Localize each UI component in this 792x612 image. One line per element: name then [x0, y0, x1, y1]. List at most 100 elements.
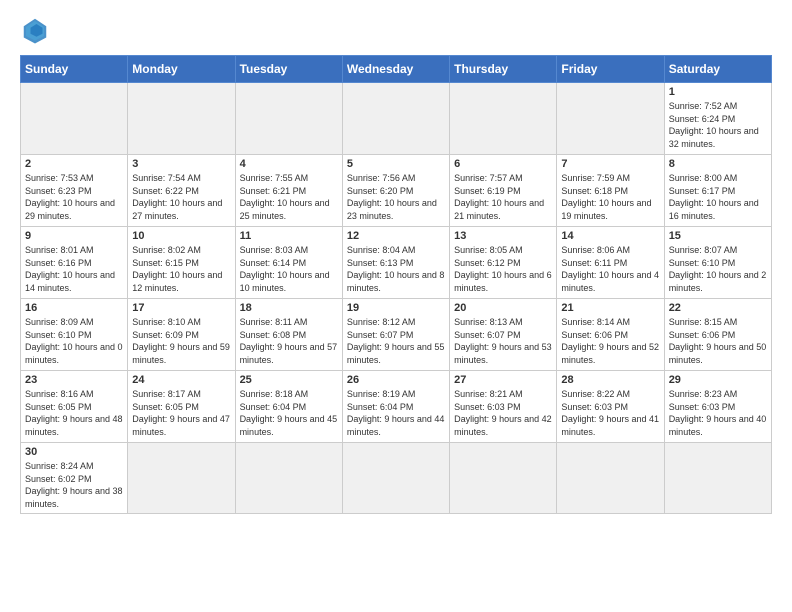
day-number: 20: [454, 302, 552, 314]
calendar-week-row: 1 Sunrise: 7:52 AMSunset: 6:24 PMDaylight…: [21, 83, 772, 155]
day-info: Sunrise: 8:04 AMSunset: 6:13 PMDaylight:…: [347, 244, 445, 294]
calendar-cell: 11 Sunrise: 8:03 AMSunset: 6:14 PMDayligh…: [235, 227, 342, 299]
day-number: 24: [132, 374, 230, 386]
calendar-cell: [21, 83, 128, 155]
weekday-header: Friday: [557, 56, 664, 83]
calendar-cell: [557, 83, 664, 155]
day-info: Sunrise: 7:56 AMSunset: 6:20 PMDaylight:…: [347, 172, 445, 222]
calendar-cell: 7 Sunrise: 7:59 AMSunset: 6:18 PMDaylight…: [557, 155, 664, 227]
calendar-week-row: 2 Sunrise: 7:53 AMSunset: 6:23 PMDaylight…: [21, 155, 772, 227]
day-number: 8: [669, 158, 767, 170]
calendar-cell: 6 Sunrise: 7:57 AMSunset: 6:19 PMDaylight…: [450, 155, 557, 227]
calendar-cell: [128, 443, 235, 514]
day-number: 14: [561, 230, 659, 242]
day-number: 5: [347, 158, 445, 170]
day-number: 19: [347, 302, 445, 314]
weekday-header: Wednesday: [342, 56, 449, 83]
calendar-cell: 20Sunrise: 8:13 AMSunset: 6:07 PMDayligh…: [450, 299, 557, 371]
calendar-cell: 19 Sunrise: 8:12 AMSunset: 6:07 PMDayligh…: [342, 299, 449, 371]
calendar-cell: [235, 83, 342, 155]
day-info: Sunrise: 8:24 AMSunset: 6:02 PMDaylight:…: [25, 460, 123, 510]
day-info: Sunrise: 8:07 AMSunset: 6:10 PMDaylight:…: [669, 244, 767, 294]
day-info: Sunrise: 8:17 AMSunset: 6:05 PMDaylight:…: [132, 388, 230, 438]
calendar-cell: [235, 443, 342, 514]
calendar-cell: 28Sunrise: 8:22 AMSunset: 6:03 PMDayligh…: [557, 371, 664, 443]
day-info: Sunrise: 7:52 AMSunset: 6:24 PMDaylight:…: [669, 100, 767, 150]
calendar-cell: [450, 83, 557, 155]
calendar-cell: 16Sunrise: 8:09 AMSunset: 6:10 PMDayligh…: [21, 299, 128, 371]
day-info: Sunrise: 8:14 AMSunset: 6:06 PMDaylight:…: [561, 316, 659, 366]
page: SundayMondayTuesdayWednesdayThursdayFrid…: [0, 0, 792, 529]
day-info: Sunrise: 8:21 AMSunset: 6:03 PMDaylight:…: [454, 388, 552, 438]
calendar-cell: 29Sunrise: 8:23 AMSunset: 6:03 PMDayligh…: [664, 371, 771, 443]
weekday-header: Monday: [128, 56, 235, 83]
calendar-cell: 10 Sunrise: 8:02 AMSunset: 6:15 PMDayligh…: [128, 227, 235, 299]
weekday-header: Thursday: [450, 56, 557, 83]
day-number: 11: [240, 230, 338, 242]
day-number: 17: [132, 302, 230, 314]
calendar-header-row: SundayMondayTuesdayWednesdayThursdayFrid…: [21, 56, 772, 83]
day-info: Sunrise: 7:55 AMSunset: 6:21 PMDaylight:…: [240, 172, 338, 222]
day-info: Sunrise: 8:02 AMSunset: 6:15 PMDaylight:…: [132, 244, 230, 294]
day-number: 18: [240, 302, 338, 314]
day-info: Sunrise: 8:03 AMSunset: 6:14 PMDaylight:…: [240, 244, 338, 294]
calendar-week-row: 23 Sunrise: 8:16 AMSunset: 6:05 PMDayligh…: [21, 371, 772, 443]
calendar-cell: 8 Sunrise: 8:00 AMSunset: 6:17 PMDaylight…: [664, 155, 771, 227]
calendar-cell: [557, 443, 664, 514]
calendar-cell: 4Sunrise: 7:55 AMSunset: 6:21 PMDaylight…: [235, 155, 342, 227]
day-info: Sunrise: 8:06 AMSunset: 6:11 PMDaylight:…: [561, 244, 659, 294]
day-info: Sunrise: 8:12 AMSunset: 6:07 PMDaylight:…: [347, 316, 445, 366]
calendar-cell: 3Sunrise: 7:54 AMSunset: 6:22 PMDaylight…: [128, 155, 235, 227]
day-info: Sunrise: 8:05 AMSunset: 6:12 PMDaylight:…: [454, 244, 552, 294]
day-info: Sunrise: 8:16 AMSunset: 6:05 PMDaylight:…: [25, 388, 123, 438]
day-number: 30: [25, 446, 123, 458]
calendar-week-row: 30 Sunrise: 8:24 AMSunset: 6:02 PMDayligh…: [21, 443, 772, 514]
day-number: 23: [25, 374, 123, 386]
calendar-cell: [128, 83, 235, 155]
day-info: Sunrise: 8:00 AMSunset: 6:17 PMDaylight:…: [669, 172, 767, 222]
calendar-week-row: 9Sunrise: 8:01 AMSunset: 6:16 PMDaylight…: [21, 227, 772, 299]
header: [20, 15, 772, 45]
day-number: 22: [669, 302, 767, 314]
day-number: 16: [25, 302, 123, 314]
day-number: 10: [132, 230, 230, 242]
day-number: 1: [669, 86, 767, 98]
calendar-cell: 25Sunrise: 8:18 AMSunset: 6:04 PMDayligh…: [235, 371, 342, 443]
calendar-cell: 18 Sunrise: 8:11 AMSunset: 6:08 PMDayligh…: [235, 299, 342, 371]
calendar-cell: 17 Sunrise: 8:10 AMSunset: 6:09 PMDayligh…: [128, 299, 235, 371]
calendar-cell: [450, 443, 557, 514]
calendar-cell: 12Sunrise: 8:04 AMSunset: 6:13 PMDayligh…: [342, 227, 449, 299]
day-info: Sunrise: 8:10 AMSunset: 6:09 PMDaylight:…: [132, 316, 230, 366]
logo: [20, 15, 54, 45]
calendar-cell: 14 Sunrise: 8:06 AMSunset: 6:11 PMDayligh…: [557, 227, 664, 299]
calendar-cell: [664, 443, 771, 514]
day-info: Sunrise: 7:54 AMSunset: 6:22 PMDaylight:…: [132, 172, 230, 222]
day-info: Sunrise: 8:01 AMSunset: 6:16 PMDaylight:…: [25, 244, 123, 294]
day-number: 28: [561, 374, 659, 386]
calendar-cell: 22 Sunrise: 8:15 AMSunset: 6:06 PMDayligh…: [664, 299, 771, 371]
calendar-cell: [342, 83, 449, 155]
day-number: 21: [561, 302, 659, 314]
day-info: Sunrise: 8:23 AMSunset: 6:03 PMDaylight:…: [669, 388, 767, 438]
day-info: Sunrise: 8:18 AMSunset: 6:04 PMDaylight:…: [240, 388, 338, 438]
day-number: 2: [25, 158, 123, 170]
calendar-cell: [342, 443, 449, 514]
calendar-week-row: 16Sunrise: 8:09 AMSunset: 6:10 PMDayligh…: [21, 299, 772, 371]
calendar-cell: 21 Sunrise: 8:14 AMSunset: 6:06 PMDayligh…: [557, 299, 664, 371]
day-number: 6: [454, 158, 552, 170]
weekday-header: Saturday: [664, 56, 771, 83]
weekday-header: Tuesday: [235, 56, 342, 83]
calendar-cell: 2 Sunrise: 7:53 AMSunset: 6:23 PMDaylight…: [21, 155, 128, 227]
calendar-cell: 26Sunrise: 8:19 AMSunset: 6:04 PMDayligh…: [342, 371, 449, 443]
day-info: Sunrise: 7:57 AMSunset: 6:19 PMDaylight:…: [454, 172, 552, 222]
calendar-table: SundayMondayTuesdayWednesdayThursdayFrid…: [20, 55, 772, 514]
day-info: Sunrise: 7:59 AMSunset: 6:18 PMDaylight:…: [561, 172, 659, 222]
day-info: Sunrise: 8:11 AMSunset: 6:08 PMDaylight:…: [240, 316, 338, 366]
calendar-cell: 9Sunrise: 8:01 AMSunset: 6:16 PMDaylight…: [21, 227, 128, 299]
day-info: Sunrise: 7:53 AMSunset: 6:23 PMDaylight:…: [25, 172, 123, 222]
calendar-cell: 30 Sunrise: 8:24 AMSunset: 6:02 PMDayligh…: [21, 443, 128, 514]
day-info: Sunrise: 8:15 AMSunset: 6:06 PMDaylight:…: [669, 316, 767, 366]
calendar-cell: 1 Sunrise: 7:52 AMSunset: 6:24 PMDaylight…: [664, 83, 771, 155]
day-number: 7: [561, 158, 659, 170]
calendar-cell: 24 Sunrise: 8:17 AMSunset: 6:05 PMDayligh…: [128, 371, 235, 443]
